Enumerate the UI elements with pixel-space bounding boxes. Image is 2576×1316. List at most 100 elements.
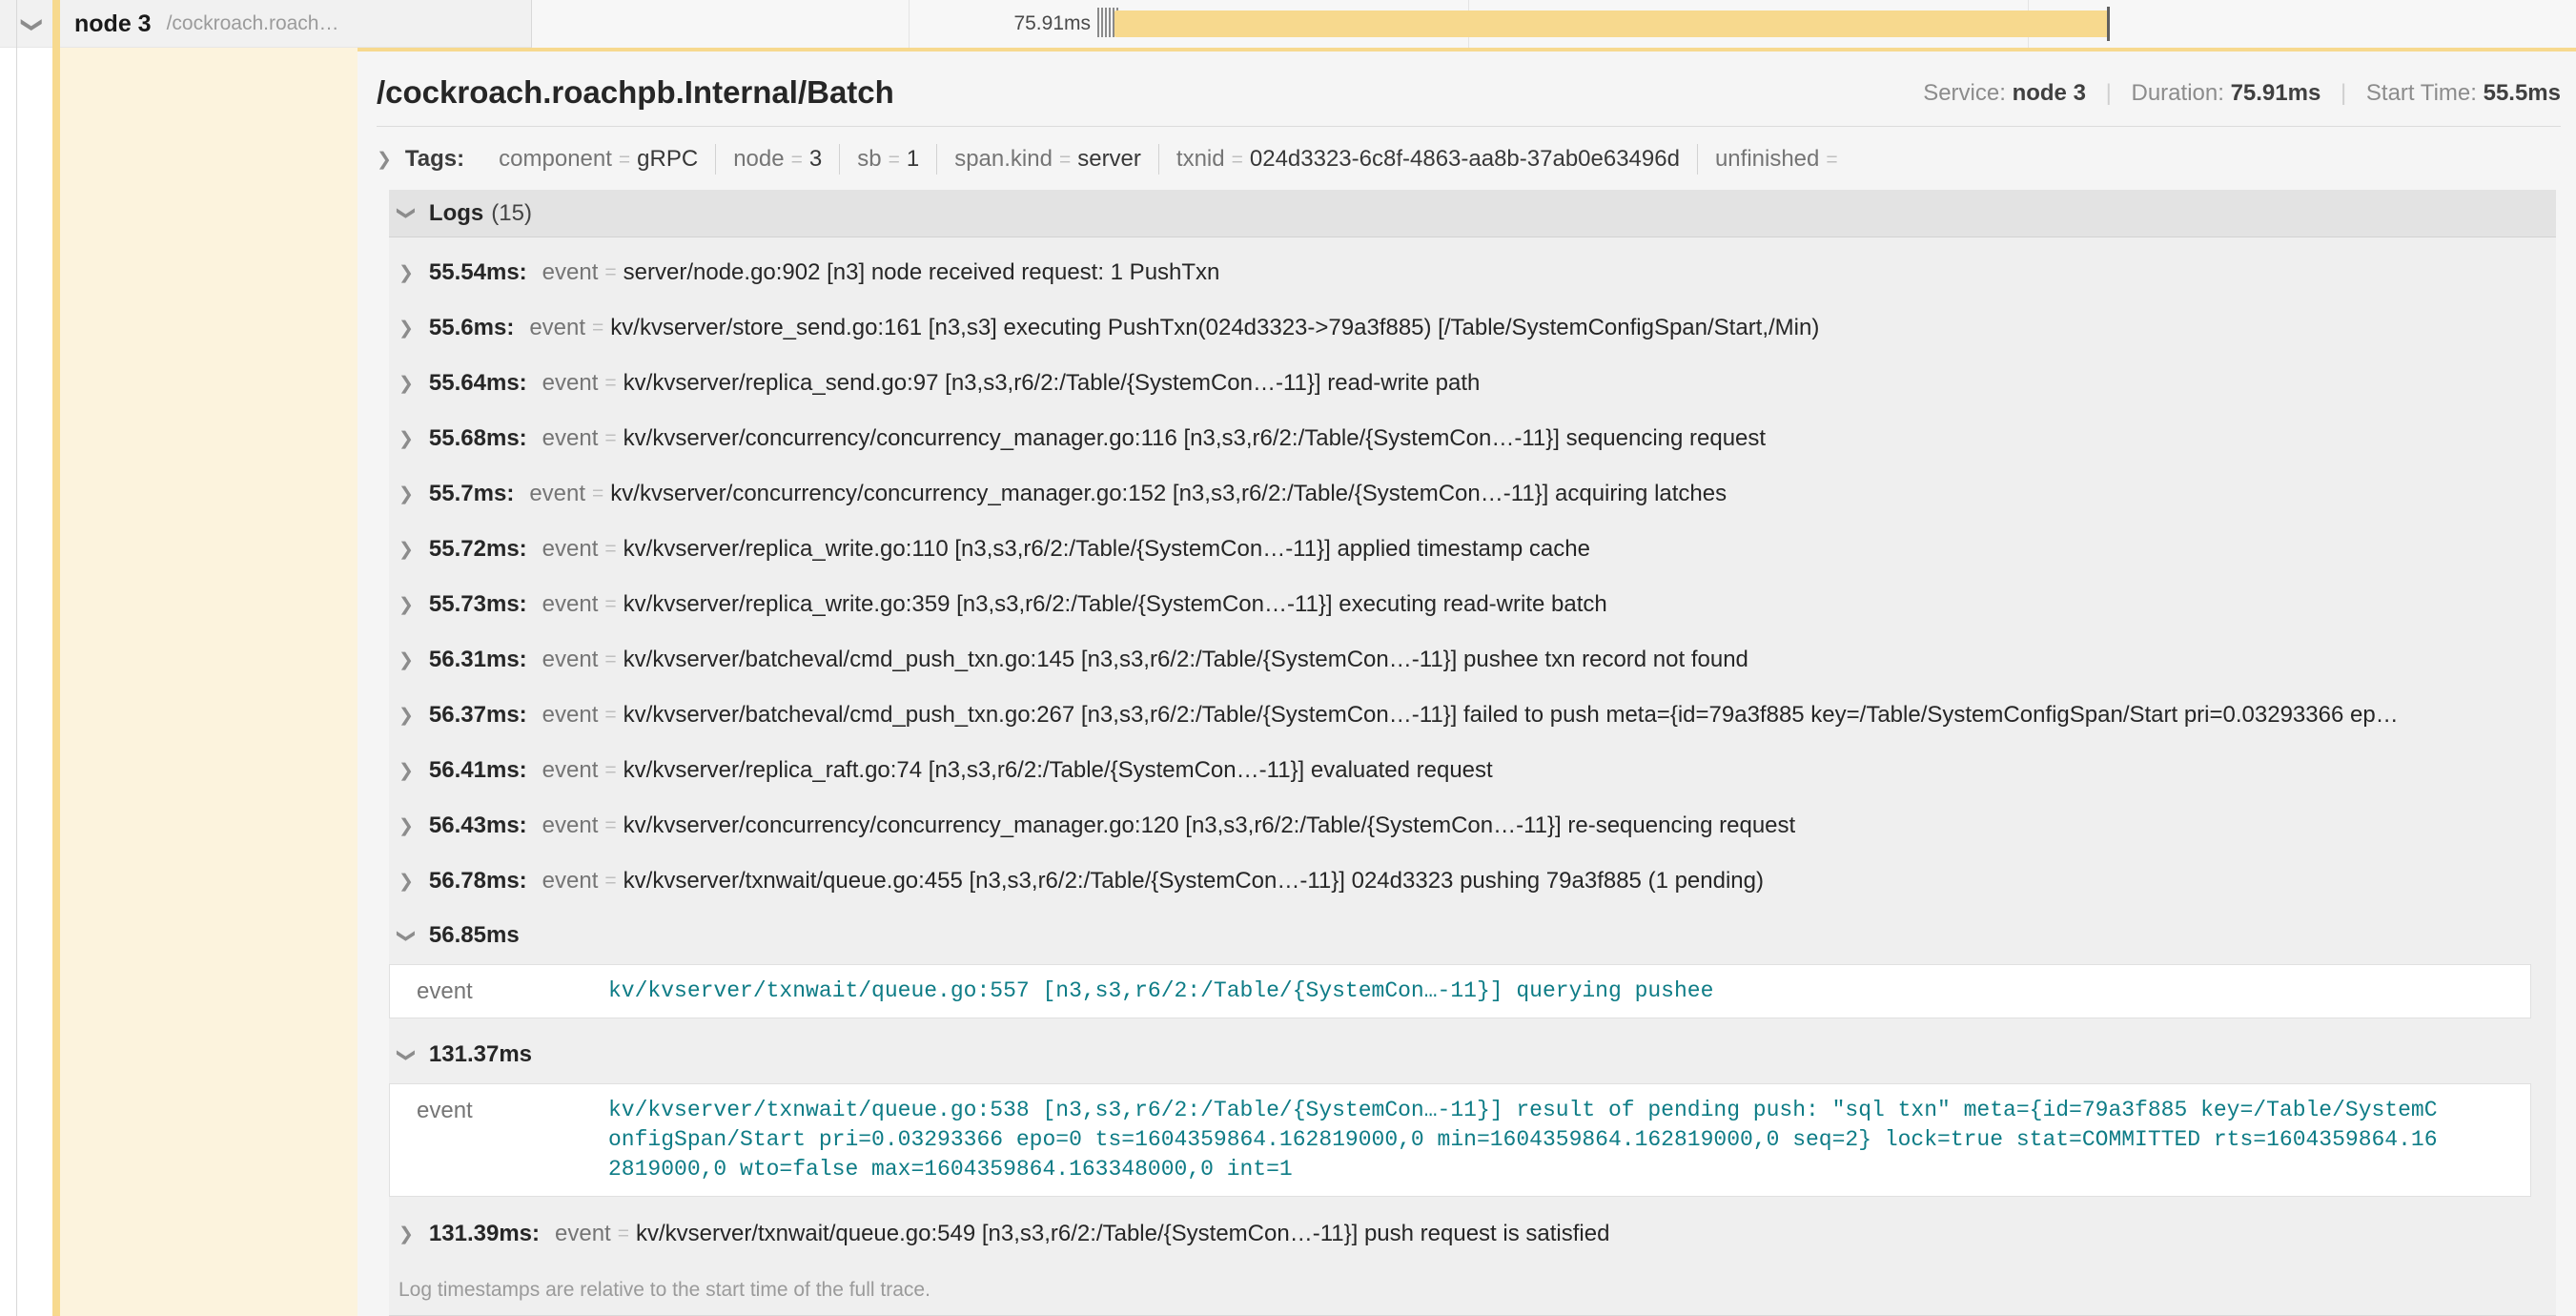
log-timestamp: 55.68ms: xyxy=(429,425,527,452)
log-tick xyxy=(1105,8,1107,37)
log-field-value: kv/kvserver/txnwait/queue.go:557 [n3,s3,… xyxy=(608,977,1713,1006)
span-timeline: 75.91ms xyxy=(531,0,2576,48)
span-duration-bar[interactable] xyxy=(1114,10,2110,37)
chevron-right-icon[interactable]: ❯ xyxy=(399,428,414,450)
chevron-down-icon[interactable]: ❯ xyxy=(399,1044,414,1066)
chevron-down-icon[interactable]: ❯ xyxy=(399,925,414,947)
chevron-down-icon[interactable]: ❯ xyxy=(399,202,414,224)
log-timestamp: 56.41ms: xyxy=(429,757,527,784)
log-row[interactable]: ❯ 56.41ms: event= kv/kvserver/replica_ra… xyxy=(389,743,2556,798)
log-field-key: event xyxy=(542,425,599,452)
log-field-key: event xyxy=(542,259,599,286)
tags-row[interactable]: ❯ Tags: component=gRPC node=3 sb=1 span.… xyxy=(377,144,2561,175)
log-field-value: kv/kvserver/replica_write.go:359 [n3,s3,… xyxy=(624,591,1607,618)
log-field-key: event xyxy=(542,647,599,673)
logs-section: ❯ Logs (15) ❯ 55.54ms: event= server/nod… xyxy=(389,190,2556,1316)
log-tick xyxy=(1109,8,1111,37)
chevron-right-icon[interactable]: ❯ xyxy=(377,149,392,171)
chevron-right-icon[interactable]: ❯ xyxy=(399,760,414,782)
log-timestamp: 56.43ms: xyxy=(429,812,527,839)
log-row[interactable]: ❯ 55.72ms: event= kv/kvserver/replica_wr… xyxy=(389,522,2556,577)
log-field-key: event xyxy=(542,536,599,563)
log-timestamp: 55.7ms: xyxy=(429,481,514,507)
log-field-value: kv/kvserver/txnwait/queue.go:455 [n3,s3,… xyxy=(624,868,1764,894)
start-time-value: 55.5ms xyxy=(2484,80,2561,106)
chevron-right-icon[interactable]: ❯ xyxy=(399,373,414,395)
log-field-key: event xyxy=(542,370,599,397)
log-timestamp: 56.37ms: xyxy=(429,702,527,729)
log-tick xyxy=(1097,8,1099,37)
log-row[interactable]: ❯ 55.54ms: event= server/node.go:902 [n3… xyxy=(389,245,2556,300)
log-field-value: kv/kvserver/store_send.go:161 [n3,s3] ex… xyxy=(610,315,1819,341)
span-meta: Service: node 3 | Duration: 75.91ms | St… xyxy=(1923,80,2561,111)
tag-component: component=gRPC xyxy=(481,144,715,175)
chevron-right-icon[interactable]: ❯ xyxy=(399,262,414,284)
log-field-key: event xyxy=(542,868,599,894)
log-timestamp: 56.78ms: xyxy=(429,868,527,894)
log-field-key: event xyxy=(542,591,599,618)
service-label: Service: xyxy=(1923,80,2006,106)
log-field-key: event xyxy=(403,977,608,1006)
logs-footer-note: Log timestamps are relative to the start… xyxy=(389,1262,2556,1315)
log-row[interactable]: ❯ 55.6ms: event= kv/kvserver/store_send.… xyxy=(389,300,2556,356)
log-field-value: server/node.go:902 [n3] node received re… xyxy=(624,259,1220,286)
tag-node: node=3 xyxy=(715,144,839,175)
log-field-key: event xyxy=(555,1221,611,1247)
log-field-key: event xyxy=(542,757,599,784)
start-time-label: Start Time: xyxy=(2366,80,2477,106)
log-tick xyxy=(1101,8,1103,37)
log-timestamp: 55.72ms: xyxy=(429,536,527,563)
chevron-right-icon[interactable]: ❯ xyxy=(399,649,414,671)
page-title: /cockroach.roachpb.Internal/Batch xyxy=(377,74,894,111)
log-field-value: kv/kvserver/replica_raft.go:74 [n3,s3,r6… xyxy=(624,757,1493,784)
log-row-expanded-header[interactable]: ❯ 131.37ms xyxy=(389,1028,2556,1081)
chevron-right-icon[interactable]: ❯ xyxy=(399,483,414,505)
span-service-name: node 3 xyxy=(74,10,152,38)
log-field-value: kv/kvserver/batcheval/cmd_push_txn.go:14… xyxy=(624,647,1748,673)
log-field-key: event xyxy=(403,1096,608,1125)
duration-label: Duration: xyxy=(2132,80,2224,106)
log-detail-card: event kv/kvserver/txnwait/queue.go:538 [… xyxy=(389,1083,2531,1197)
span-row[interactable]: ❯ node 3 /cockroach.roach… 75.91ms xyxy=(0,0,2576,48)
chevron-right-icon[interactable]: ❯ xyxy=(399,815,414,837)
log-row[interactable]: ❯ 56.43ms: event= kv/kvserver/concurrenc… xyxy=(389,798,2556,853)
span-detail-panel: /cockroach.roachpb.Internal/Batch Servic… xyxy=(358,51,2576,1316)
chevron-right-icon[interactable]: ❯ xyxy=(399,318,414,339)
log-timestamp: 131.37ms xyxy=(429,1041,532,1068)
log-timestamp: 131.39ms: xyxy=(429,1221,540,1247)
log-row[interactable]: ❯ 55.68ms: event= kv/kvserver/concurrenc… xyxy=(389,411,2556,466)
tag-sb: sb=1 xyxy=(839,144,936,175)
chevron-right-icon[interactable]: ❯ xyxy=(399,705,414,727)
chevron-right-icon[interactable]: ❯ xyxy=(399,539,414,561)
log-timestamp: 56.85ms xyxy=(429,922,520,949)
span-color-accent-bar xyxy=(52,0,60,1316)
log-field-key: event xyxy=(529,481,585,507)
chevron-right-icon[interactable]: ❯ xyxy=(399,594,414,616)
log-timestamp: 55.54ms: xyxy=(429,259,527,286)
log-field-value: kv/kvserver/batcheval/cmd_push_txn.go:26… xyxy=(624,702,2399,729)
chevron-right-icon[interactable]: ❯ xyxy=(399,871,414,893)
log-row[interactable]: ❯ 55.73ms: event= kv/kvserver/replica_wr… xyxy=(389,577,2556,632)
span-name[interactable]: node 3 /cockroach.roach… xyxy=(74,0,339,48)
log-row[interactable]: ❯ 131.39ms: event= kv/kvserver/txnwait/q… xyxy=(389,1206,2556,1262)
detail-header: /cockroach.roachpb.Internal/Batch Servic… xyxy=(377,51,2561,127)
chevron-right-icon[interactable]: ❯ xyxy=(399,1223,414,1245)
tag-txnid: txnid=024d3323-6c8f-4863-aa8b-37ab0e6349… xyxy=(1158,144,1697,175)
log-row[interactable]: ❯ 56.37ms: event= kv/kvserver/batcheval/… xyxy=(389,688,2556,743)
log-row[interactable]: ❯ 56.78ms: event= kv/kvserver/txnwait/qu… xyxy=(389,853,2556,909)
duration-value: 75.91ms xyxy=(2231,80,2321,106)
logs-header[interactable]: ❯ Logs (15) xyxy=(389,190,2556,237)
log-row[interactable]: ❯ 55.7ms: event= kv/kvserver/concurrency… xyxy=(389,466,2556,522)
log-row-expanded-header[interactable]: ❯ 56.85ms xyxy=(389,909,2556,962)
log-detail-card: event kv/kvserver/txnwait/queue.go:557 [… xyxy=(389,964,2531,1018)
span-collapse-icon[interactable]: ❯ xyxy=(24,12,41,37)
log-field-key: event xyxy=(529,315,585,341)
log-row[interactable]: ❯ 56.31ms: event= kv/kvserver/batcheval/… xyxy=(389,632,2556,688)
log-field-value: kv/kvserver/txnwait/queue.go:538 [n3,s3,… xyxy=(608,1096,2439,1184)
selected-span-highlight-column xyxy=(60,48,358,1316)
tags-label: Tags: xyxy=(405,146,464,173)
meta-separator: | xyxy=(2327,80,2360,106)
logs-title: Logs xyxy=(429,200,483,227)
log-row[interactable]: ❯ 55.64ms: event= kv/kvserver/replica_se… xyxy=(389,356,2556,411)
logs-list: ❯ 55.54ms: event= server/node.go:902 [n3… xyxy=(389,237,2556,1315)
